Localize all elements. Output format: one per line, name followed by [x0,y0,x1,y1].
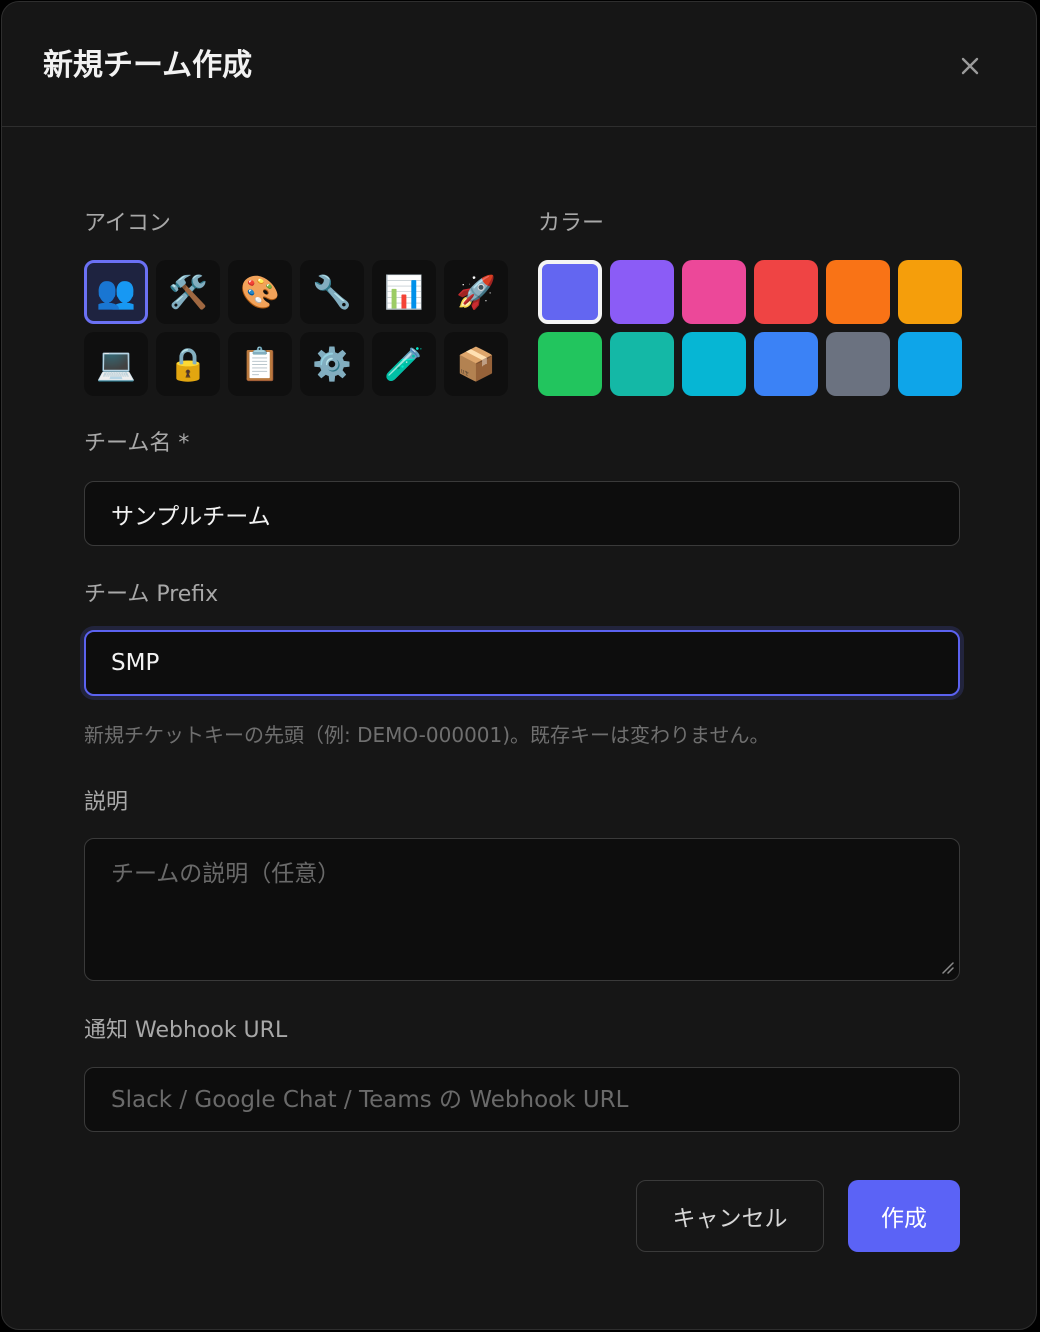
color-swatch[interactable] [682,332,746,396]
icon-option[interactable]: 🔒 [156,332,220,396]
team-prefix-input[interactable] [84,630,960,696]
gear-icon: ⚙️ [312,345,352,383]
wrench-icon: 🔧 [312,273,352,311]
icon-option[interactable]: 📦 [444,332,508,396]
color-swatch[interactable] [538,260,602,324]
create-button[interactable]: 作成 [848,1180,960,1252]
dialog-header: 新規チーム作成 [2,2,1036,127]
icon-picker: 👥 🛠️ 🎨 🔧 📊 🚀 💻 🔒 📋 ⚙️ 🧪 📦 [84,260,508,396]
rocket-icon: 🚀 [456,273,496,311]
close-icon [961,57,979,75]
create-team-dialog: 新規チーム作成 アイコン 👥 🛠️ 🎨 🔧 📊 🚀 💻 🔒 📋 ⚙️ 🧪 📦 カラー チーム名 * チ… [1,1,1037,1330]
color-picker-label: カラー [538,211,605,236]
color-swatch[interactable] [898,332,962,396]
icon-option[interactable]: ⚙️ [300,332,364,396]
webhook-label: 通知 Webhook URL [84,1018,288,1043]
icon-picker-label: アイコン [84,211,171,236]
clipboard-icon: 📋 [240,345,280,383]
lock-icon: 🔒 [168,345,208,383]
icon-option[interactable]: 🎨 [228,260,292,324]
icon-option[interactable]: 🚀 [444,260,508,324]
color-swatch[interactable] [538,332,602,396]
webhook-url-input[interactable] [84,1067,960,1132]
dialog-title: 新規チーム作成 [43,48,253,83]
cancel-button[interactable]: キャンセル [636,1180,824,1252]
team-name-input[interactable] [84,481,960,546]
people-icon: 👥 [96,273,136,311]
bar-chart-icon: 📊 [384,273,424,311]
package-icon: 📦 [456,345,496,383]
icon-option[interactable]: 📋 [228,332,292,396]
color-swatch[interactable] [610,332,674,396]
icon-option[interactable]: 🔧 [300,260,364,324]
color-swatch[interactable] [826,332,890,396]
color-swatch[interactable] [826,260,890,324]
test-tube-icon: 🧪 [384,345,424,383]
icon-option[interactable]: 📊 [372,260,436,324]
color-swatch[interactable] [610,260,674,324]
color-swatch[interactable] [754,332,818,396]
tools-icon: 🛠️ [168,273,208,311]
resize-grip-icon[interactable] [940,960,954,974]
color-swatch[interactable] [898,260,962,324]
icon-option[interactable]: 🛠️ [156,260,220,324]
laptop-icon: 💻 [96,345,136,383]
icon-option[interactable]: 💻 [84,332,148,396]
description-textarea[interactable] [84,838,960,981]
color-swatch[interactable] [682,260,746,324]
close-button[interactable] [952,48,988,84]
team-name-label: チーム名 * [84,431,190,456]
icon-option[interactable]: 👥 [84,260,148,324]
team-prefix-hint: 新規チケットキーの先頭（例: DEMO-000001)。既存キーは変わりません。 [84,723,770,747]
color-picker [538,260,962,396]
icon-option[interactable]: 🧪 [372,332,436,396]
color-swatch[interactable] [754,260,818,324]
palette-icon: 🎨 [240,273,280,311]
team-prefix-label: チーム Prefix [84,582,219,607]
description-label: 説明 [84,790,129,815]
